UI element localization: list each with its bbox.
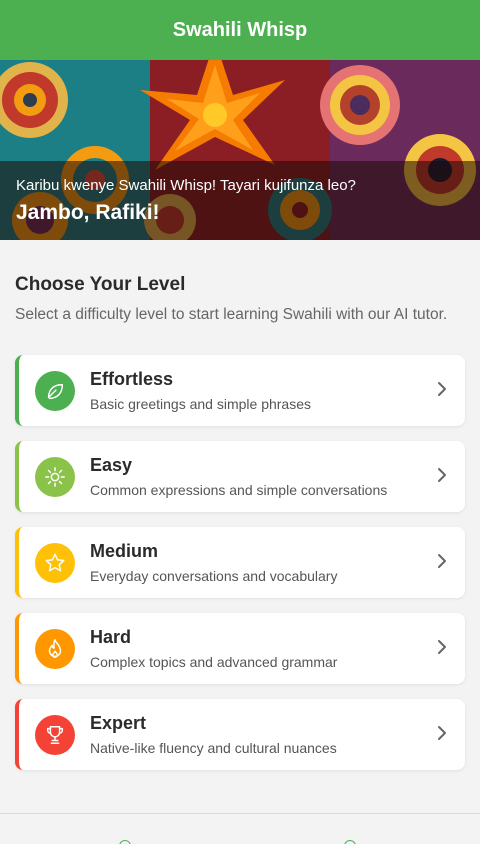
main-content: Choose Your Level Select a difficulty le…: [0, 240, 480, 770]
app-title: Swahili Whisp: [172, 18, 308, 41]
level-name: Effortless: [90, 369, 174, 389]
level-card-medium[interactable]: Medium Everyday conversations and vocabu…: [15, 527, 465, 598]
home-icon[interactable]: [119, 840, 131, 844]
sun-icon: [35, 456, 75, 497]
chevron-right-icon: [438, 468, 446, 482]
chevron-right-icon: [438, 726, 446, 740]
level-description: Native-like fluency and cultural nuances: [90, 740, 337, 756]
level-description: Complex topics and advanced grammar: [90, 654, 338, 670]
level-description: Basic greetings and simple phrases: [90, 396, 312, 412]
profile-icon[interactable]: [344, 840, 356, 844]
hero-greeting: Jambo, Rafiki!: [16, 201, 160, 224]
level-description: Common expressions and simple conversati…: [90, 482, 388, 498]
leaf-icon: [35, 370, 75, 411]
chevron-right-icon: [438, 554, 446, 568]
level-description: Everyday conversations and vocabulary: [90, 568, 338, 584]
level-card-easy[interactable]: Easy Common expressions and simple conve…: [15, 441, 465, 512]
level-card-hard[interactable]: Hard Complex topics and advanced grammar: [15, 613, 465, 684]
app-header: Swahili Whisp: [0, 0, 480, 60]
hero-overlay: Karibu kwenye Swahili Whisp! Tayari kuji…: [0, 161, 480, 240]
section-description: Select a difficulty level to start learn…: [15, 306, 448, 323]
flame-icon: [35, 628, 75, 669]
star-icon: [35, 542, 75, 583]
hero-subtitle: Karibu kwenye Swahili Whisp! Tayari kuji…: [16, 177, 356, 194]
level-card-effortless[interactable]: Effortless Basic greetings and simple ph…: [15, 355, 465, 426]
level-name: Medium: [90, 541, 159, 561]
level-name: Easy: [90, 455, 133, 475]
bottom-nav: [0, 813, 480, 844]
chevron-right-icon: [438, 640, 446, 654]
section-title: Choose Your Level: [15, 274, 186, 295]
level-name: Expert: [90, 713, 147, 733]
hero-banner: Karibu kwenye Swahili Whisp! Tayari kuji…: [0, 60, 480, 240]
chevron-right-icon: [438, 382, 446, 396]
level-card-expert[interactable]: Expert Native-like fluency and cultural …: [15, 699, 465, 770]
trophy-icon: [35, 714, 75, 755]
level-name: Hard: [90, 627, 132, 647]
level-list: Effortless Basic greetings and simple ph…: [15, 355, 465, 770]
